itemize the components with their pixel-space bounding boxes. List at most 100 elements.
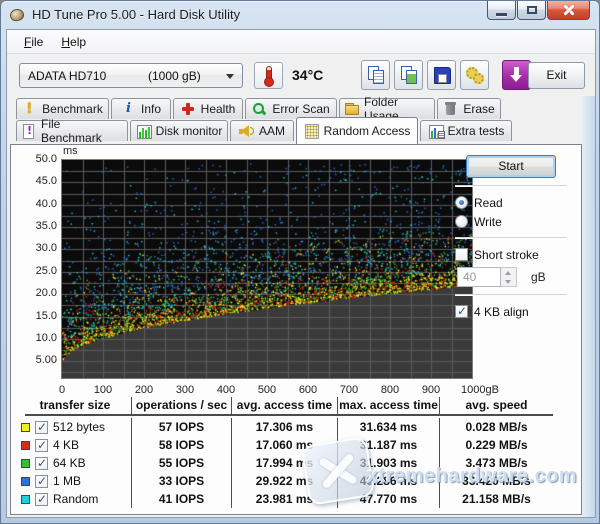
access-time-scatter-plot <box>61 159 473 379</box>
tab-info[interactable]: Info <box>111 98 171 119</box>
menu-item-file[interactable]: File <box>15 32 52 52</box>
cell-avg-speed: 0.028 MB/s <box>439 418 553 436</box>
write-radio[interactable] <box>455 215 468 228</box>
copy-text-icon <box>366 65 386 85</box>
copy-image-button[interactable] <box>394 60 423 90</box>
error-scan-icon <box>252 102 267 116</box>
drive-model: ADATA HD710 <box>28 69 106 83</box>
spin-up-icon[interactable] <box>501 268 516 277</box>
toolbar-button-group <box>361 60 531 90</box>
column-header-transfer-size: transfer size <box>19 397 131 414</box>
tab-random-access[interactable]: Random Access <box>296 117 418 144</box>
spin-down-icon[interactable] <box>501 277 516 286</box>
save-button[interactable] <box>427 60 456 90</box>
short-stroke-label: Short stroke <box>474 248 539 262</box>
maximize-button[interactable] <box>517 1 546 20</box>
separator <box>455 185 567 187</box>
minimize-icon <box>496 13 507 16</box>
exit-button[interactable]: Exit <box>528 62 585 89</box>
cell-avg-access-time: 17.306 ms <box>231 418 337 436</box>
column-header-operations-sec: operations / sec <box>131 397 231 414</box>
chevron-down-icon <box>226 74 234 79</box>
short-stroke-checkbox[interactable] <box>455 248 468 261</box>
series-color-swatch <box>21 459 30 468</box>
watermark-text: xtremehardware.com <box>367 465 577 488</box>
cell-operations-per-sec: 57 IOPS <box>131 418 231 436</box>
separator <box>455 237 567 239</box>
info-icon <box>121 102 136 116</box>
series-label: 512 bytes <box>53 420 105 434</box>
random-access-page: ms Start Read Write Short stroke <box>10 144 582 515</box>
minimize-button[interactable] <box>487 1 516 20</box>
tab-aam[interactable]: AAM <box>230 120 294 141</box>
y-tick-label: 25.0 <box>15 265 57 277</box>
series-label: 64 KB <box>53 456 86 470</box>
tab-disk-monitor[interactable]: Disk monitor <box>130 120 228 141</box>
series-checkbox-4-kb[interactable] <box>35 439 48 452</box>
watermark-logo <box>301 436 376 506</box>
series-checkbox-512-bytes[interactable] <box>35 421 48 434</box>
benchmark-icon <box>22 102 37 116</box>
aam-icon <box>239 124 254 138</box>
tab-file-benchmark[interactable]: File Benchmark <box>16 120 128 141</box>
table-row-label-cell: 1 MB <box>19 472 131 490</box>
thermometer-icon <box>261 66 277 86</box>
stroke-size-unit: gB <box>531 270 546 284</box>
test-controls-panel: Start Read Write Short stroke <box>455 153 567 322</box>
kb-align-checkbox[interactable] <box>455 305 468 318</box>
copy-text-button[interactable] <box>361 60 390 90</box>
start-button[interactable]: Start <box>466 155 556 178</box>
results-table: transfer sizeoperations / secavg. access… <box>19 397 553 508</box>
read-radio[interactable] <box>455 196 468 209</box>
file-benchmark-icon <box>21 124 36 138</box>
series-color-swatch <box>21 477 30 486</box>
series-label: 4 KB <box>53 438 79 452</box>
y-tick-label: 30.0 <box>15 242 57 254</box>
tab-folder-usage[interactable]: Folder Usage <box>339 98 435 119</box>
y-tick-label: 10.0 <box>15 332 57 344</box>
options-button[interactable] <box>460 60 489 90</box>
app-icon <box>9 8 25 23</box>
tab-label: Error Scan <box>272 102 329 116</box>
tab-label: Random Access <box>324 124 411 138</box>
cell-operations-per-sec: 58 IOPS <box>131 436 231 454</box>
tab-label: Health <box>201 102 236 116</box>
tab-benchmark[interactable]: Benchmark <box>16 98 109 119</box>
window-controls <box>486 1 590 20</box>
drive-selector-dropdown[interactable]: ADATA HD710 (1000 gB) <box>19 63 243 88</box>
y-axis-unit-label: ms <box>63 145 78 157</box>
series-checkbox-64-kb[interactable] <box>35 457 48 470</box>
y-tick-label: 45.0 <box>15 175 57 187</box>
series-checkbox-1-mb[interactable] <box>35 475 48 488</box>
table-row-label-cell: Random <box>19 490 131 508</box>
scatter-canvas <box>62 160 472 378</box>
tab-extra-tests[interactable]: Extra tests <box>420 120 512 141</box>
tab-label: Info <box>141 102 161 116</box>
copy-image-icon <box>399 65 419 85</box>
column-header-avg-access-time: avg. access time <box>231 397 337 414</box>
tab-label: Erase <box>463 102 494 116</box>
cell-operations-per-sec: 41 IOPS <box>131 490 231 508</box>
titlebar: HD Tune Pro 5.00 - Hard Disk Utility <box>1 1 599 29</box>
close-button[interactable] <box>547 1 590 20</box>
kb-align-label: 4 KB align <box>474 305 529 319</box>
series-checkbox-random[interactable] <box>35 493 48 506</box>
temperature-button[interactable] <box>254 62 283 89</box>
save-icon <box>432 65 452 85</box>
y-tick-label: 50.0 <box>15 153 57 165</box>
tab-erase[interactable]: Erase <box>437 98 501 119</box>
capture-button[interactable] <box>502 60 531 90</box>
tab-error-scan[interactable]: Error Scan <box>245 98 337 119</box>
header-rule <box>25 414 553 416</box>
column-header-max-access-time: max. access time <box>337 397 439 414</box>
series-color-swatch <box>21 423 30 432</box>
series-color-swatch <box>21 495 30 504</box>
maximize-icon <box>527 6 537 14</box>
stroke-size-input[interactable] <box>457 267 501 287</box>
menu-item-help[interactable]: Help <box>52 32 95 52</box>
cell-avg-speed: 21.158 MB/s <box>439 490 553 508</box>
tab-health[interactable]: Health <box>173 98 243 119</box>
y-tick-label: 15.0 <box>15 310 57 322</box>
tab-label: AAM <box>259 124 285 138</box>
extra-tests-icon <box>428 124 443 138</box>
